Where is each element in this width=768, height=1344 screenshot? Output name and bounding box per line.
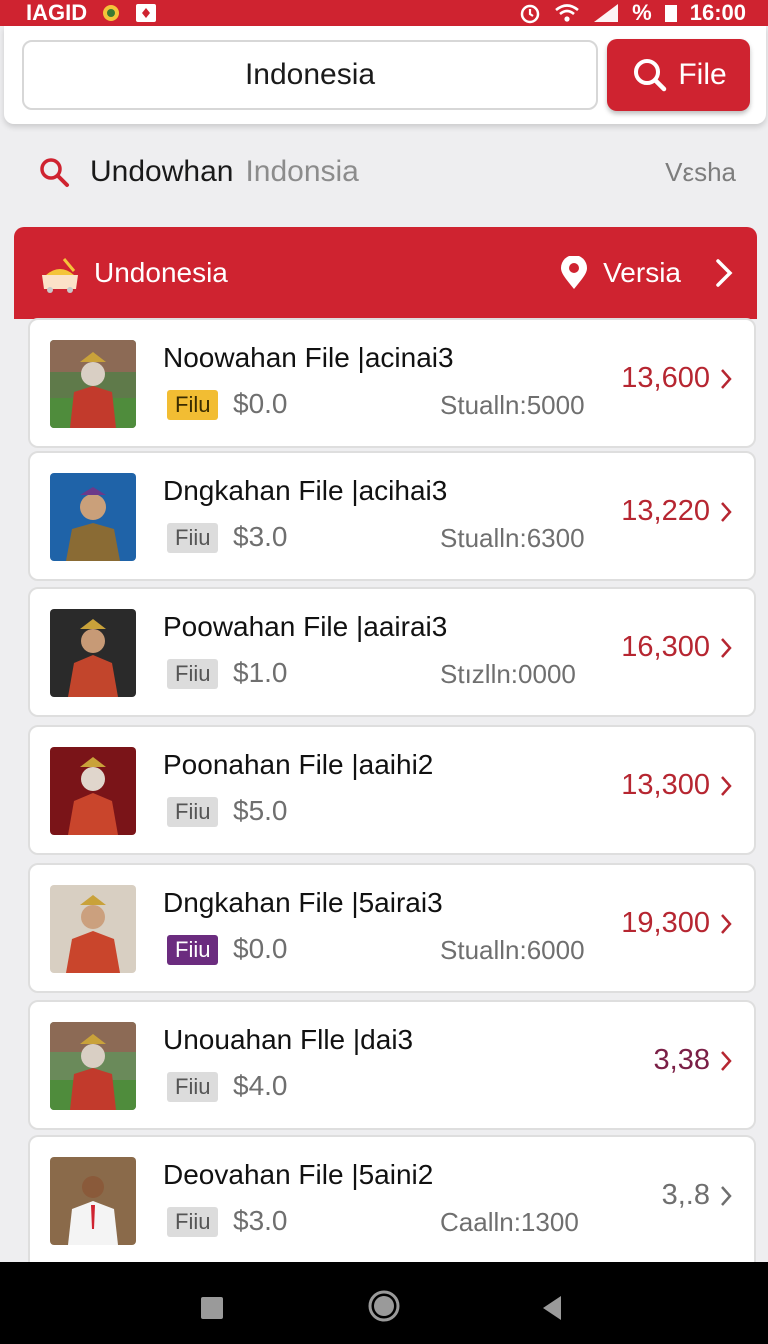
item-thumbnail <box>50 473 136 561</box>
section-header[interactable]: Undonesia Versia <box>14 227 757 319</box>
chevron-right-icon <box>715 258 733 288</box>
home-button[interactable] <box>362 1284 406 1328</box>
item-value-text: 19,300 <box>621 907 710 939</box>
chevron-right-icon <box>720 501 732 523</box>
item-stat: Caalln:1300 <box>440 1207 579 1237</box>
item-title: Noowahan File |acinai3 <box>163 342 454 373</box>
search-input[interactable]: Indonesia <box>22 40 598 110</box>
item-title: Poowahan File |aairai3 <box>163 611 448 642</box>
item-stat: Stualln:6000 <box>440 935 585 965</box>
battery-icon <box>664 3 678 23</box>
item-price: $0.0 <box>233 933 288 964</box>
list-item[interactable]: Poonahan File |aaihi2 Fiiu $5.0 13,300 <box>28 725 756 855</box>
file-button-label: File <box>678 58 727 91</box>
wifi-icon <box>554 3 580 23</box>
top-search-bar: Indonesia File <box>4 26 766 124</box>
item-price: $0.0 <box>233 388 288 419</box>
list-item[interactable]: Unouahan Flle |dai3 Fiiu $4.0 3,38 <box>28 1000 756 1130</box>
item-title: Deovahan File |5aini2 <box>163 1159 434 1190</box>
flag-notification-icon <box>135 3 157 23</box>
item-stat: Stızlln:0000 <box>440 659 576 689</box>
search-icon <box>630 56 668 94</box>
item-value-text: 13,600 <box>621 362 710 394</box>
battery-percent: % <box>632 0 652 25</box>
status-bar: IAGID % 16:00 <box>0 0 768 26</box>
item-thumbnail <box>50 609 136 697</box>
item-value: 13,300 <box>621 769 732 802</box>
chevron-right-icon <box>720 913 732 935</box>
chevron-right-icon <box>720 1185 732 1207</box>
location-pin-icon <box>559 256 589 290</box>
system-nav-bar <box>0 1262 768 1344</box>
item-stat: Stualln:5000 <box>440 390 585 420</box>
chevron-right-icon <box>720 637 732 659</box>
version-link[interactable]: Vεsha <box>665 157 736 188</box>
item-value-text: 13,220 <box>621 495 710 527</box>
recents-button[interactable] <box>192 1288 232 1328</box>
list-item[interactable]: Deovahan File |5aini2 Fiiu $3.0 Caalln:1… <box>28 1135 756 1263</box>
item-thumbnail <box>50 885 136 973</box>
signal-icon <box>592 3 620 23</box>
item-price: $4.0 <box>233 1070 288 1101</box>
item-price: $3.0 <box>233 521 288 552</box>
search-input-value: Indonesia <box>244 58 376 91</box>
item-badge: Fiiu <box>167 797 219 827</box>
chevron-right-icon <box>720 775 732 797</box>
item-thumbnail <box>50 747 136 835</box>
item-value: 16,300 <box>621 631 732 664</box>
item-value-text: 13,300 <box>621 769 710 801</box>
item-title: Dngkahan File |5airai3 <box>163 887 443 918</box>
item-badge: Fiiu <box>167 1207 219 1237</box>
list-item[interactable]: Poowahan File |aairai3 Fiiu $1.0 Stızlln… <box>28 587 756 717</box>
app-notification-icon <box>99 3 123 23</box>
item-thumbnail <box>50 340 136 428</box>
chevron-right-icon <box>720 368 732 390</box>
item-value-text: 16,300 <box>621 631 710 663</box>
item-value: 19,300 <box>621 907 732 940</box>
clock: 16:00 <box>689 0 746 25</box>
cart-icon <box>38 253 82 293</box>
chevron-right-icon <box>720 1050 732 1072</box>
back-button[interactable] <box>532 1288 572 1328</box>
item-value: 3,.8 <box>662 1179 732 1212</box>
item-badge: Fiiu <box>167 523 219 553</box>
search-term: Undowhan <box>90 155 234 188</box>
section-title: Undonesia <box>94 257 228 288</box>
item-value-text: 3,38 <box>653 1044 710 1076</box>
item-value: 13,600 <box>621 362 732 395</box>
alarm-icon <box>518 2 542 24</box>
list-item[interactable]: Dngkahan File |acihai3 Fiiu $3.0 Stualln… <box>28 451 756 581</box>
search-icon[interactable] <box>38 156 70 188</box>
item-price: $3.0 <box>233 1205 288 1236</box>
item-thumbnail <box>50 1157 136 1245</box>
item-badge: Filu <box>167 390 219 420</box>
file-search-button[interactable]: File <box>607 39 750 111</box>
item-title: Dngkahan File |acihai3 <box>163 475 448 506</box>
item-badge: Fiiu <box>167 659 219 689</box>
search-subterm: Indonsia <box>245 155 359 188</box>
carrier-label: IAGID <box>26 0 88 25</box>
item-badge: Fiiu <box>167 935 219 965</box>
list-item[interactable]: Dngkahan File |5airai3 Fiiu $0.0 Stualln… <box>28 863 756 993</box>
item-thumbnail <box>50 1022 136 1110</box>
item-price: $5.0 <box>233 795 288 826</box>
item-value: 3,38 <box>654 1044 732 1077</box>
list-item[interactable]: Noowahan File |acinai3 Filu $0.0 Stualln… <box>28 318 756 448</box>
item-badge: Fiiu <box>167 1072 219 1102</box>
section-right-label: Versia <box>603 257 681 288</box>
item-stat: Stualln:6300 <box>440 523 585 553</box>
item-title: Poonahan File |aaihi2 <box>163 749 434 780</box>
item-price: $1.0 <box>233 657 288 688</box>
item-value-text: 3,.8 <box>661 1179 710 1211</box>
search-summary-row: Undowhan Indonsia Vεsha <box>0 140 768 204</box>
item-value: 13,220 <box>621 495 732 528</box>
item-title: Unouahan Flle |dai3 <box>163 1024 414 1055</box>
